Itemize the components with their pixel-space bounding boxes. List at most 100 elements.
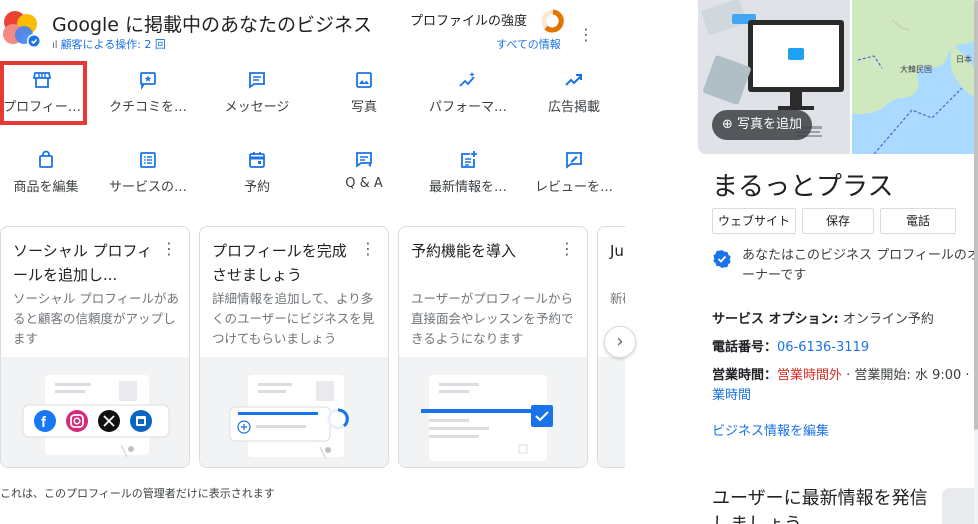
action-label: プロフィー…	[3, 100, 81, 115]
business-name: まるっとプラス	[712, 172, 894, 202]
card-menu-icon[interactable]: ⋮	[360, 239, 376, 258]
card-description: ユーザーがプロフィールから直接面会やレッスンを予約できるようになります	[411, 291, 574, 346]
business-profile-panel: Google に掲載中のあなたのビジネス ıl 顧客による操作: 2 回 プロファ…	[0, 0, 640, 524]
review-icon	[140, 72, 156, 90]
message-icon	[249, 72, 265, 89]
action-label: レビューを…	[534, 180, 613, 195]
booking-illustration-icon	[421, 375, 553, 461]
card-description: 新確	[610, 291, 625, 306]
hours-line[interactable]: 営業時間：営業時間外 · 営業開始: 水 9:00 ·	[712, 364, 970, 383]
card-complete-profile[interactable]: プロフィールを完成させましょう ⋮ 詳細情報を追加して、より多くのユーザーにビジ…	[199, 226, 389, 468]
social-illustration-icon: f	[22, 375, 170, 458]
business-logo-icon	[3, 11, 41, 48]
action-tile-reviews[interactable]: クチコミを…	[98, 62, 198, 128]
post-updates-title-line1: ユーザーに最新情報を発信	[712, 488, 928, 509]
post-add-icon	[461, 151, 477, 168]
verified-badge-icon	[713, 250, 731, 268]
add-photo-icon: ⊕	[722, 117, 738, 132]
side-action-button[interactable]	[942, 488, 978, 524]
action-tile-messages[interactable]: メッセージ	[207, 62, 307, 128]
all-info-link[interactable]: すべての情報	[496, 36, 561, 52]
scrollbar-thumb[interactable]	[974, 0, 978, 430]
page-title: Google に掲載中のあなたのビジネス	[52, 14, 373, 36]
customer-actions-link[interactable]: ıl 顧客による操作: 2 回	[52, 36, 166, 52]
action-label: パフォーマ…	[428, 100, 507, 115]
action-tile-booking[interactable]: 予約	[207, 142, 307, 208]
more-options-icon[interactable]: ⋮	[578, 24, 594, 46]
website-button[interactable]: ウェブサイト	[712, 208, 796, 234]
card-illustration	[399, 357, 587, 467]
action-label: 広告掲載	[547, 100, 600, 115]
calendar-icon	[249, 152, 265, 168]
action-label: 商品を編集	[13, 180, 79, 195]
phone-line: 電話番号：06-6136-3119	[712, 336, 869, 355]
photo-icon	[356, 72, 372, 88]
card-title: プロフィールを完成させましょう	[212, 242, 347, 284]
map-icon: 大韓民国 日本	[852, 0, 978, 154]
knowledge-panel: ⊕ 写真を追加 大韓民国 日本 まるっとプラス ウェブサイト 保存 電話 あなた…	[698, 0, 978, 524]
card-menu-icon[interactable]: ⋮	[559, 239, 575, 258]
card-illustration	[598, 357, 625, 467]
action-label: メッセージ	[224, 100, 290, 115]
card-illustration	[200, 357, 388, 467]
business-photo[interactable]: ⊕ 写真を追加	[698, 0, 850, 154]
profile-strength-ring-icon[interactable]	[540, 8, 566, 34]
action-tile-products[interactable]: 商品を編集	[0, 142, 96, 208]
card-description: 詳細情報を追加して、より多くのユーザーにビジネスを見つけてもらいましょう	[212, 291, 375, 346]
phone-number-link[interactable]: 06-6136-3119	[777, 340, 869, 355]
hours-next: · 営業開始: 水 9:00 ·	[846, 368, 970, 383]
card-social-profile[interactable]: ソーシャル プロフィールを追加し... ⋮ ソーシャル プロフィールがあると顧客…	[0, 226, 190, 468]
service-options-value: オンライン予約	[842, 312, 934, 327]
map-label-korea: 大韓民国	[900, 64, 932, 74]
map-thumbnail[interactable]: 大韓民国 日本	[852, 0, 978, 154]
profile-header: Google に掲載中のあなたのビジネス ıl 顧客による操作: 2 回 プロファ…	[0, 6, 640, 54]
card-title: ソーシャル プロフィールを追加し...	[13, 242, 153, 284]
owner-verified-text: あなたはこのビジネス プロフィールのオーナーです	[742, 248, 978, 283]
action-label: クチコミを…	[108, 100, 187, 115]
complete-profile-illustration-icon	[229, 375, 349, 460]
action-tile-qa[interactable]: Q & A	[314, 142, 414, 208]
phone-label: 電話番号：	[712, 340, 778, 355]
service-options-label: サービス オプション:	[712, 312, 839, 327]
action-tile-posts[interactable]: 最新情報を…	[418, 142, 518, 208]
action-tile-ads[interactable]: 広告掲載	[524, 62, 624, 128]
save-button[interactable]: 保存	[802, 208, 874, 234]
action-label: Q & A	[345, 176, 383, 191]
sparkle-chart-icon	[459, 72, 475, 87]
action-tile-photos[interactable]: 写真	[314, 62, 414, 128]
post-updates-title-line2: しましょう	[712, 514, 802, 524]
post-updates-title: ユーザーに最新情報を発信しましょう	[712, 486, 928, 524]
hours-more-link[interactable]: 業時間	[712, 384, 751, 403]
action-label: 最新情報を…	[428, 180, 507, 195]
trending-up-icon	[565, 74, 582, 86]
rate-review-icon	[566, 152, 582, 169]
storefront-icon	[32, 72, 52, 88]
card-menu-icon[interactable]: ⋮	[161, 239, 177, 258]
map-label-japan: 日本	[956, 54, 972, 64]
hours-label: 営業時間：	[712, 368, 778, 383]
action-tile-services[interactable]: サービスの…	[98, 142, 198, 208]
hours-status: 営業時間外	[777, 368, 843, 383]
card-booking[interactable]: 予約機能を導入 ⋮ ユーザーがプロフィールから直接面会やレッスンを予約できるよう…	[398, 226, 588, 468]
action-label: サービスの…	[108, 180, 187, 195]
cards-next-button[interactable]: ›	[604, 326, 636, 358]
customer-actions-text: 顧客による操作: 2 回	[60, 38, 166, 51]
add-photo-button[interactable]: ⊕ 写真を追加	[712, 110, 813, 140]
card-illustration: f	[1, 357, 189, 467]
action-tile-profile[interactable]: プロフィー…	[0, 62, 92, 128]
list-icon	[140, 152, 156, 168]
profile-strength-label: プロファイルの強度	[410, 14, 528, 29]
bar-chart-icon: ıl	[52, 40, 58, 51]
service-options-line: サービス オプション: オンライン予約	[712, 308, 934, 327]
call-button[interactable]: 電話	[880, 208, 956, 234]
suggestion-cards: ソーシャル プロフィールを追加し... ⋮ ソーシャル プロフィールがあると顧客…	[0, 226, 625, 468]
edit-business-info-link[interactable]: ビジネス情報を編集	[712, 420, 829, 439]
add-photo-label: 写真を追加	[737, 117, 803, 132]
action-label: 予約	[243, 180, 270, 195]
card-description: ソーシャル プロフィールがあると顧客の信頼度がアップします	[13, 291, 179, 346]
action-tile-review-link[interactable]: レビューを…	[524, 142, 624, 208]
card-title: 予約機能を導入	[411, 242, 517, 260]
action-tile-performance[interactable]: パフォーマ…	[418, 62, 518, 128]
page-scrollbar[interactable]	[974, 0, 978, 524]
admin-only-note: これは、このプロフィールの管理者だけに表示されます	[0, 487, 275, 500]
